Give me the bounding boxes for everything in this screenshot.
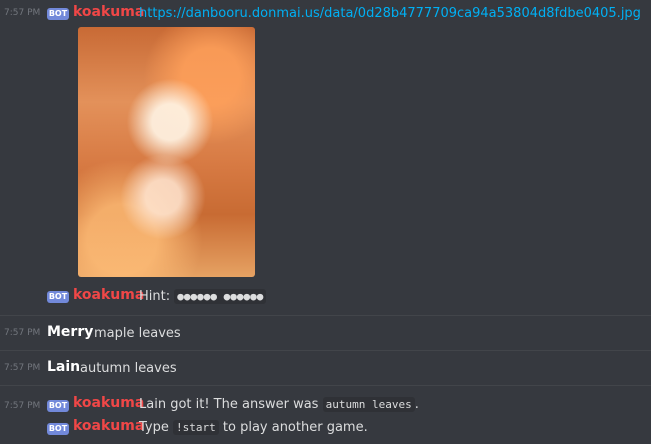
hint-label: Hint: bbox=[139, 289, 171, 304]
message-text: Lain got it! The answer was bbox=[139, 397, 319, 412]
message-divider bbox=[0, 385, 651, 386]
message-divider bbox=[0, 350, 651, 351]
author-name[interactable]: koakuma bbox=[73, 395, 144, 411]
attached-image[interactable] bbox=[78, 27, 255, 277]
author-name[interactable]: koakuma bbox=[73, 418, 144, 434]
author-name[interactable]: koakuma bbox=[73, 287, 144, 303]
answer-code: autumn leaves bbox=[322, 397, 415, 412]
message-text: maple leaves bbox=[94, 326, 181, 341]
image-link[interactable]: https://danbooru.donmai.us/data/0d28b477… bbox=[139, 6, 641, 21]
timestamp: 7:57 PM bbox=[4, 328, 41, 338]
message-text: autumn leaves bbox=[80, 361, 177, 376]
bot-badge: BOT bbox=[47, 423, 69, 435]
timestamp: 7:57 PM bbox=[4, 363, 41, 373]
bot-badge: BOT bbox=[47, 400, 69, 412]
author-name[interactable]: Merry bbox=[47, 324, 93, 340]
author-name[interactable]: Lain bbox=[47, 359, 80, 375]
timestamp: 7:57 PM bbox=[4, 401, 41, 411]
message-lain: 7:57 PM Lain autumn leaves bbox=[0, 355, 651, 381]
hint-code: ●●●●●● ●●●●●● bbox=[174, 289, 267, 304]
message-merry: 7:57 PM Merry maple leaves bbox=[0, 320, 651, 346]
message-group-koakuma-link: 7:57 PM BOT koakuma https://danbooru.don… bbox=[0, 0, 651, 285]
message-hint: BOT koakuma Hint: ●●●●●● ●●●●●● bbox=[0, 285, 651, 309]
bot-badge: BOT bbox=[47, 291, 69, 303]
message-answer: 7:57 PM BOT koakuma Lain got it! The ans… bbox=[0, 390, 651, 416]
command-code: !start bbox=[173, 420, 219, 435]
message-text: Type bbox=[139, 420, 169, 435]
message-text-end: to play another game. bbox=[222, 420, 368, 435]
message-text-end: . bbox=[414, 397, 419, 412]
author-name[interactable]: koakuma bbox=[73, 4, 144, 20]
timestamp: 7:57 PM bbox=[4, 8, 41, 18]
message-command: BOT koakuma Type !start to play another … bbox=[0, 416, 651, 442]
bot-badge: BOT bbox=[47, 8, 69, 20]
message-divider bbox=[0, 315, 651, 316]
